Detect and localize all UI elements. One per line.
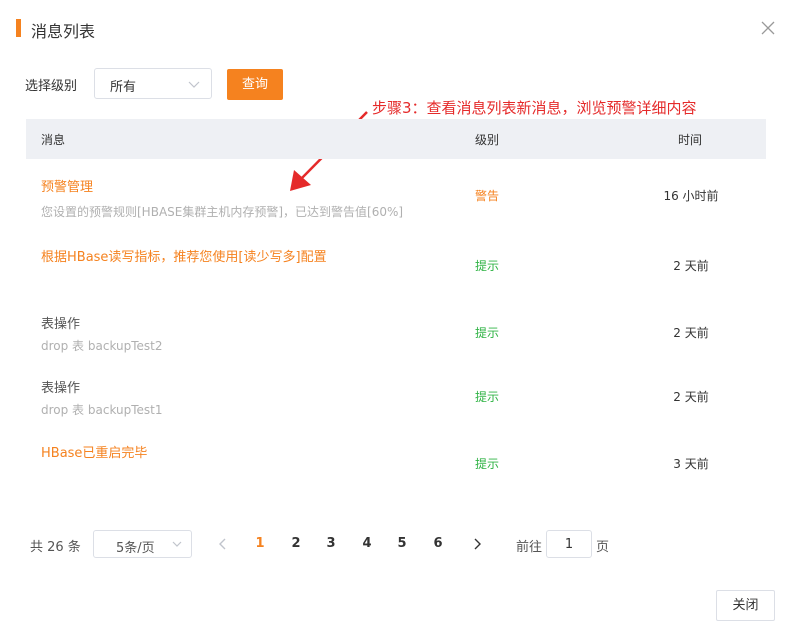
header-level: 级别 <box>475 133 500 147</box>
prev-page-icon[interactable] <box>215 536 231 552</box>
page-3[interactable]: 3 <box>321 536 341 551</box>
goto-label: 前往 <box>516 540 543 555</box>
level-select-value: 所有 <box>110 80 137 95</box>
level-badge: 提示 <box>475 259 500 273</box>
level-badge: 警告 <box>475 189 500 203</box>
step-annotation: 步骤3：查看消息列表新消息，浏览预警详细内容 <box>372 99 697 117</box>
page-5[interactable]: 5 <box>392 536 412 551</box>
message-title[interactable]: 预警管理 <box>41 176 93 195</box>
page-4[interactable]: 4 <box>357 536 377 551</box>
message-subtitle: drop 表 backupTest1 <box>41 403 163 417</box>
table-row[interactable]: 根据HBase读写指标，推荐您使用[读少写多]配置 提示 2 天前 <box>26 244 766 300</box>
table-row[interactable]: 预警管理 您设置的预警规则[HBASE集群主机内存预警]，已达到警告值[60%]… <box>26 174 766 230</box>
table-row[interactable]: 表操作 drop 表 backupTest1 提示 2 天前 <box>26 375 766 431</box>
next-page-icon[interactable] <box>469 536 485 552</box>
message-time: 3 天前 <box>673 457 709 471</box>
chevron-down-icon <box>188 81 200 88</box>
level-badge: 提示 <box>475 326 500 340</box>
message-title[interactable]: 表操作 <box>41 313 80 332</box>
table-row[interactable]: 表操作 drop 表 backupTest2 提示 2 天前 <box>26 311 766 367</box>
table-row[interactable]: HBase已重启完毕 提示 3 天前 <box>26 442 766 498</box>
query-button[interactable]: 查询 <box>227 69 283 100</box>
message-time: 16 小时前 <box>663 189 719 203</box>
message-time: 2 天前 <box>673 326 709 340</box>
level-badge: 提示 <box>475 457 500 471</box>
chevron-down-icon <box>172 541 182 547</box>
page-size-select[interactable]: 5条/页 <box>93 530 192 558</box>
close-icon[interactable] <box>758 18 778 38</box>
message-time: 2 天前 <box>673 259 709 273</box>
level-select[interactable]: 所有 <box>94 68 212 99</box>
page-2[interactable]: 2 <box>286 536 306 551</box>
goto-page-input[interactable] <box>546 530 592 558</box>
header-message: 消息 <box>41 133 66 147</box>
message-subtitle: drop 表 backupTest2 <box>41 339 163 353</box>
page-6[interactable]: 6 <box>428 536 448 551</box>
table-header: 消息 级别 时间 <box>26 119 766 159</box>
total-count: 共 26 条 <box>30 540 81 555</box>
message-time: 2 天前 <box>673 390 709 404</box>
page-1[interactable]: 1 <box>250 536 270 551</box>
goto-suffix: 页 <box>596 540 610 555</box>
level-filter-label: 选择级别 <box>25 79 78 94</box>
dialog-title: 消息列表 <box>31 22 96 41</box>
message-title[interactable]: 根据HBase读写指标，推荐您使用[读少写多]配置 <box>41 246 327 265</box>
header-time: 时间 <box>678 133 703 147</box>
page-size-value: 5条/页 <box>116 541 155 556</box>
message-title[interactable]: HBase已重启完毕 <box>41 442 147 461</box>
message-subtitle: 您设置的预警规则[HBASE集群主机内存预警]，已达到警告值[60%] <box>41 205 404 219</box>
level-badge: 提示 <box>475 390 500 404</box>
close-button[interactable]: 关闭 <box>716 590 775 621</box>
title-accent-bar <box>16 19 21 37</box>
message-title[interactable]: 表操作 <box>41 377 80 396</box>
